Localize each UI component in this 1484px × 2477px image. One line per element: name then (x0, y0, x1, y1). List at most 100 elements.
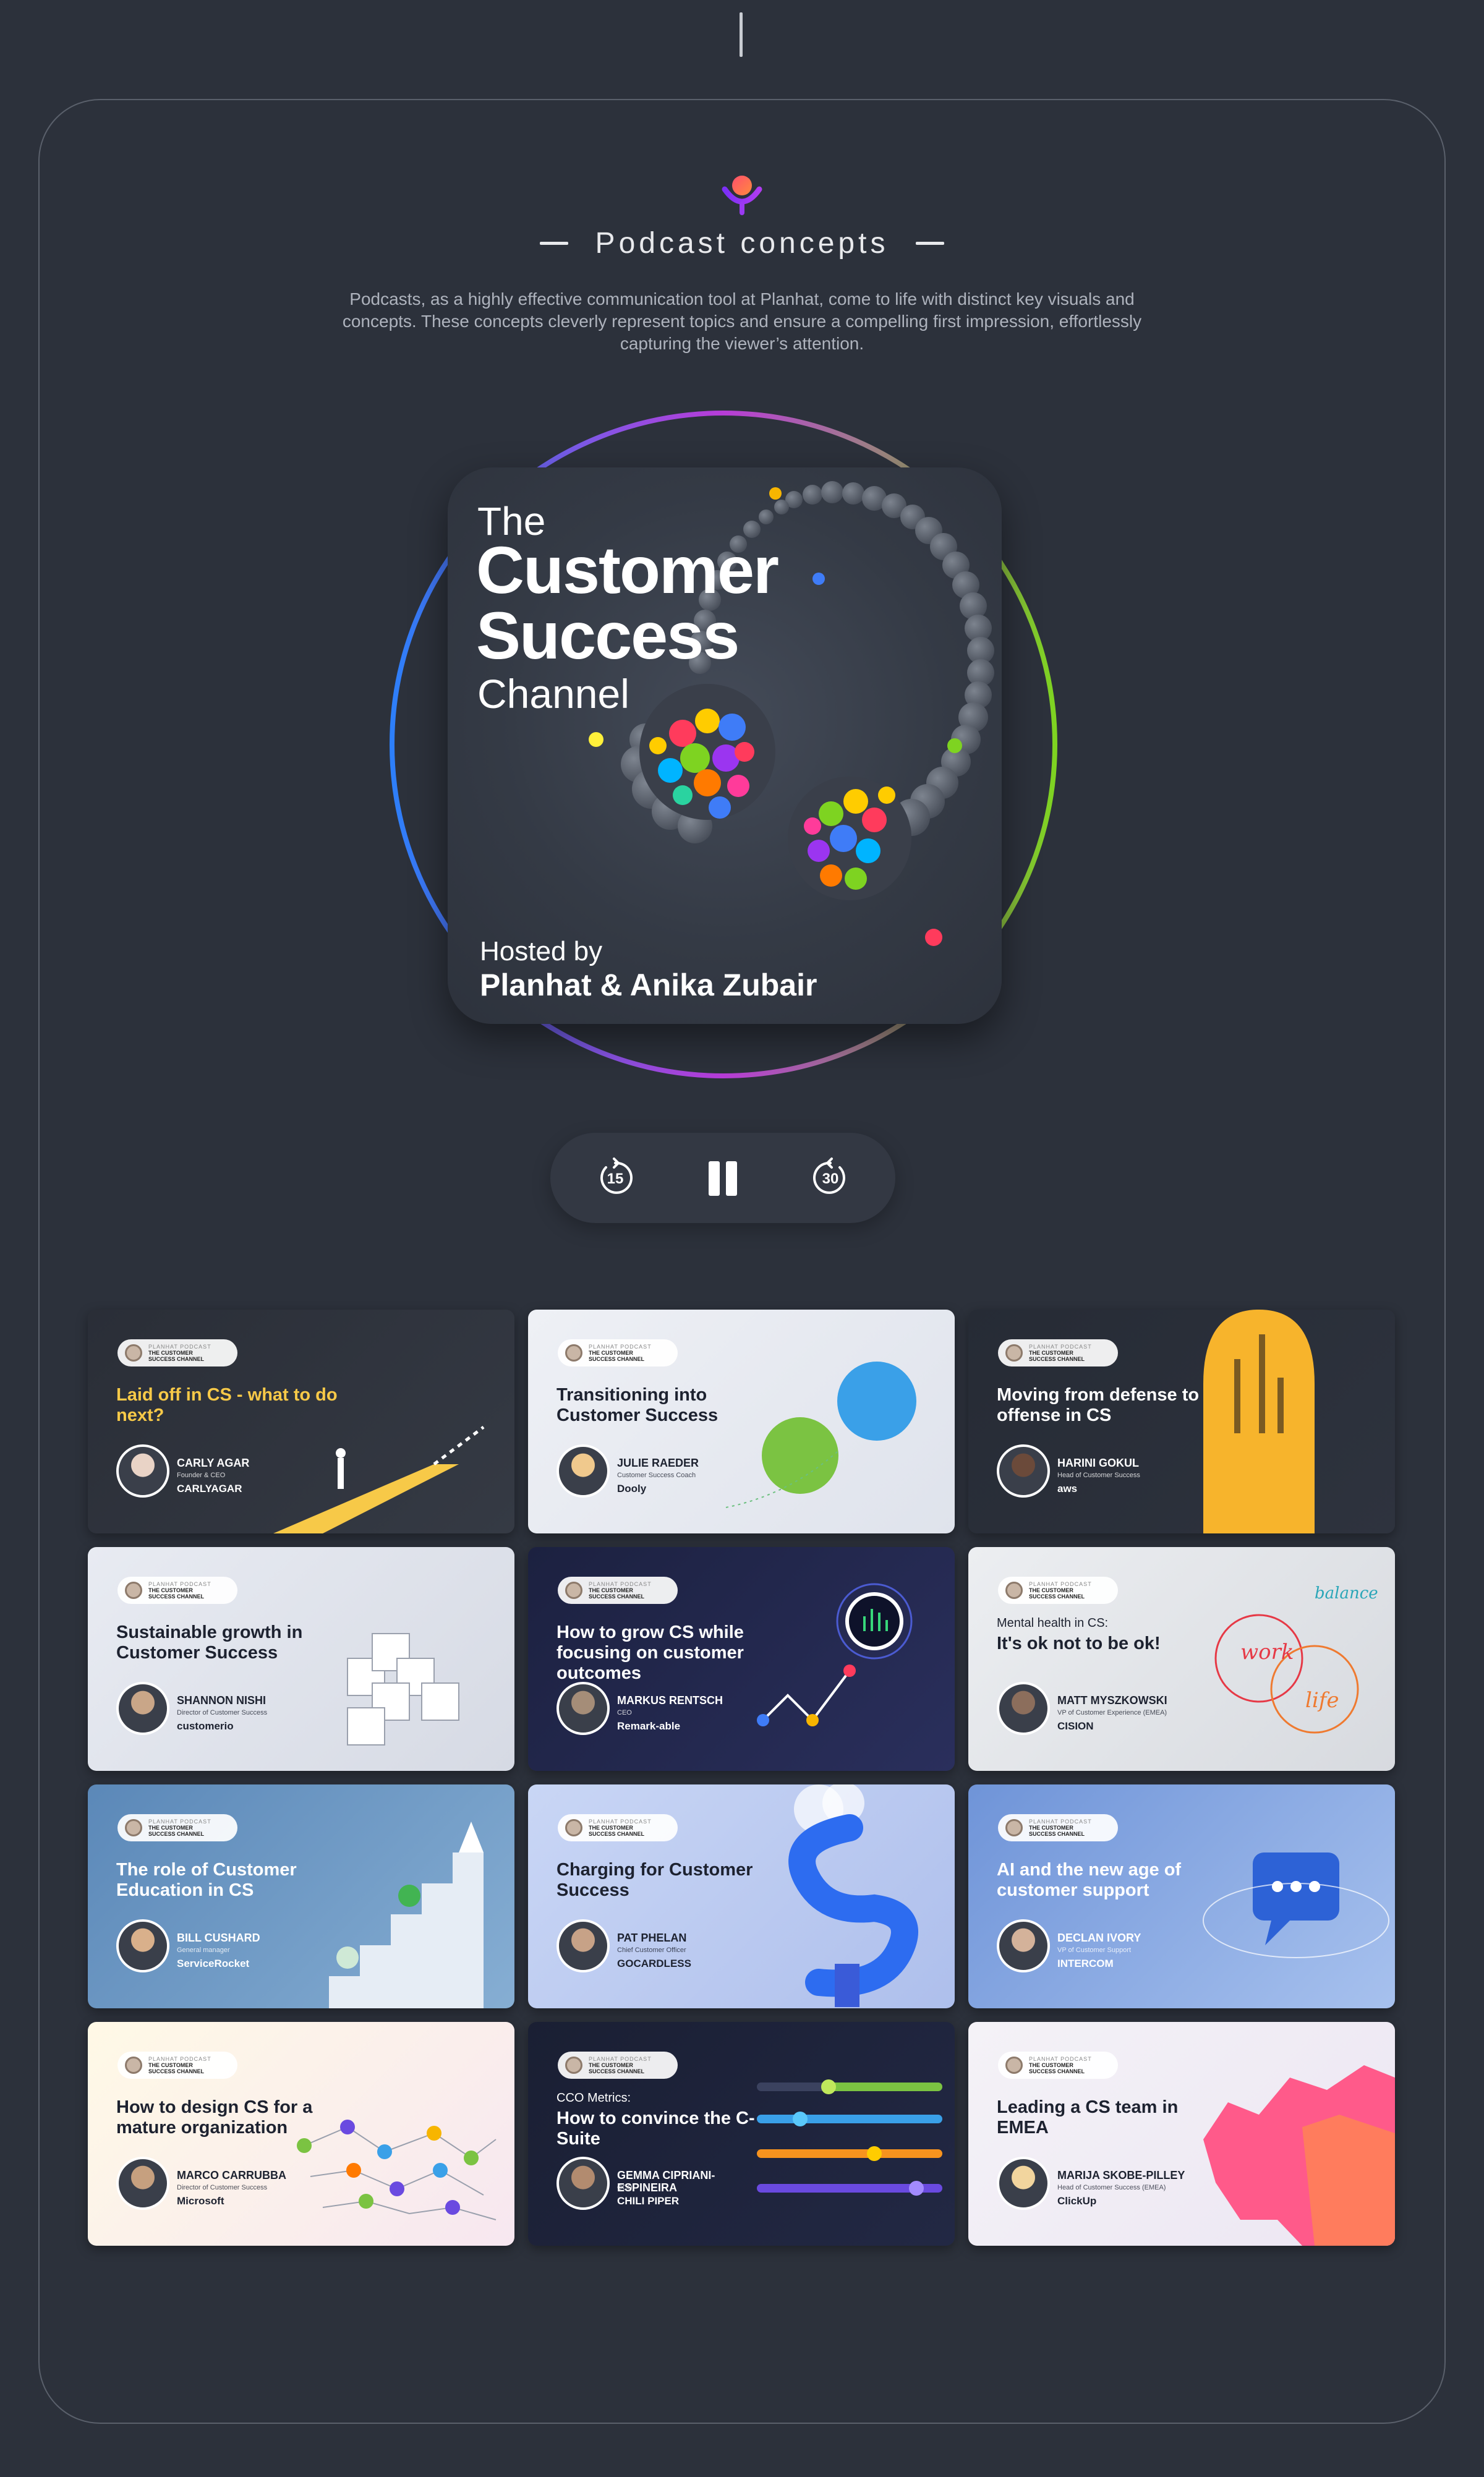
guest-name: MARKUS RENTSCH (617, 1694, 723, 1707)
headphones-icon (1005, 1344, 1023, 1362)
guest-avatar (116, 1682, 169, 1735)
episode-title: AI and the new age of customer support (997, 1860, 1182, 1900)
guest-role: Head of Customer Success (EMEA) (1057, 2184, 1166, 2191)
guest-role: Founder & CEO (177, 1472, 226, 1479)
badge-line2: THE CUSTOMER (589, 1350, 633, 1356)
headphones-icon (565, 2057, 582, 2074)
badge-line3: SUCCESS CHANNEL (148, 1356, 205, 1362)
badge-line1: PLANHAT PODCAST (589, 1818, 652, 1825)
guest-company-logo: CARLYAGAR (177, 1483, 242, 1494)
episode-card[interactable]: PLANHAT PODCAST THE CUSTOMER SUCCESS CHA… (88, 1784, 514, 2008)
headphones-icon (565, 1819, 582, 1836)
badge-line2: THE CUSTOMER (1029, 1350, 1073, 1356)
guest-role: CEO (617, 1709, 632, 1716)
top-divider-line (740, 12, 743, 57)
guest-avatar (116, 1444, 169, 1498)
episode-card[interactable]: PLANHAT PODCAST THE CUSTOMER SUCCESS CHA… (88, 1310, 514, 1533)
guest-name: HARINI GOKUL (1057, 1457, 1139, 1469)
badge-line2: THE CUSTOMER (1029, 1825, 1073, 1831)
episode-card[interactable]: PLANHAT PODCAST THE CUSTOMER SUCCESS CHA… (528, 1784, 955, 2008)
podcast-badge: PLANHAT PODCAST THE CUSTOMER SUCCESS CHA… (998, 1577, 1118, 1604)
episode-card[interactable]: PLANHAT PODCAST THE CUSTOMER SUCCESS CHA… (968, 1547, 1395, 1771)
badge-line1: PLANHAT PODCAST (148, 1581, 211, 1587)
guest-role: CCO (617, 2184, 633, 2191)
badge-line3: SUCCESS CHANNEL (589, 1831, 645, 1837)
cover-hosts: Planhat & Anika Zubair (480, 968, 817, 1002)
episode-title: The role of Customer Education in CS (116, 1860, 297, 1900)
podcast-badge: PLANHAT PODCAST THE CUSTOMER SUCCESS CHA… (117, 1339, 237, 1366)
episode-title: How to grow CS while focusing on custome… (556, 1622, 744, 1683)
episode-card[interactable]: PLANHAT PODCAST THE CUSTOMER SUCCESS CHA… (968, 1310, 1395, 1533)
badge-line3: SUCCESS CHANNEL (148, 2068, 205, 2074)
podcast-badge: PLANHAT PODCAST THE CUSTOMER SUCCESS CHA… (558, 2052, 678, 2079)
badge-line3: SUCCESS CHANNEL (148, 1831, 205, 1837)
guest-name: MARCO CARRUBBA (177, 2169, 286, 2181)
episode-card[interactable]: PLANHAT PODCAST THE CUSTOMER SUCCESS CHA… (528, 1310, 955, 1533)
guest-role: Director of Customer Success (177, 2184, 268, 2191)
episode-title: How to design CS for a mature organizati… (116, 2097, 313, 2138)
headphones-icon (125, 1582, 142, 1599)
guest-name: CARLY AGAR (177, 1457, 250, 1469)
guest-avatar (556, 2157, 610, 2210)
cover-hosted-by: Hosted by (480, 936, 603, 966)
episode-title: Sustainable growth in Customer Success (116, 1622, 303, 1663)
section-intro: Podcasts, as a highly effective communic… (342, 289, 1142, 353)
guest-avatar (997, 2157, 1050, 2210)
badge-line1: PLANHAT PODCAST (589, 1581, 652, 1587)
episode-title: Moving from defense to offense in CS (997, 1385, 1200, 1425)
section-heading: Podcast concepts (595, 227, 889, 260)
headphones-icon (1005, 1819, 1023, 1836)
section-heading-row: Podcast concepts (0, 226, 1484, 260)
podcast-cover[interactable]: The Customer Success Channel Hosted by P… (448, 467, 1002, 1024)
podcast-badge: PLANHAT PODCAST THE CUSTOMER SUCCESS CHA… (117, 1814, 237, 1841)
episode-kicker: CCO Metrics: (556, 2091, 631, 2105)
guest-name: BILL CUSHARD (177, 1932, 260, 1944)
badge-line1: PLANHAT PODCAST (1029, 1581, 1092, 1587)
pause-button[interactable] (701, 1156, 744, 1200)
badge-line3: SUCCESS CHANNEL (148, 1593, 205, 1600)
podcast-badge: PLANHAT PODCAST THE CUSTOMER SUCCESS CHA… (117, 1577, 237, 1604)
guest-company-logo: Dooly (617, 1483, 647, 1494)
episode-card[interactable]: PLANHAT PODCAST THE CUSTOMER SUCCESS CHA… (968, 1784, 1395, 2008)
podcast-badge: PLANHAT PODCAST THE CUSTOMER SUCCESS CHA… (558, 1814, 678, 1841)
guest-name: MARIJA SKOBE-PILLEY (1057, 2169, 1185, 2181)
art-word-life: life (1305, 1688, 1339, 1713)
podcast-badge: PLANHAT PODCAST THE CUSTOMER SUCCESS CHA… (998, 1339, 1118, 1366)
podcast-badge: PLANHAT PODCAST THE CUSTOMER SUCCESS CHA… (558, 1577, 678, 1604)
badge-line2: THE CUSTOMER (148, 1825, 193, 1831)
pause-icon (709, 1161, 720, 1196)
forward-seconds-label: 30 (822, 1170, 839, 1187)
guest-role: Chief Customer Officer (617, 1946, 686, 1954)
badge-line2: THE CUSTOMER (148, 1350, 193, 1356)
rewind-button[interactable]: 15 (594, 1156, 637, 1200)
guest-company-logo: Remark-able (617, 1720, 681, 1732)
badge-line1: PLANHAT PODCAST (148, 1818, 211, 1825)
episode-card[interactable]: PLANHAT PODCAST THE CUSTOMER SUCCESS CHA… (968, 2022, 1395, 2246)
guest-company-logo: ClickUp (1057, 2195, 1097, 2207)
podcast-badge: PLANHAT PODCAST THE CUSTOMER SUCCESS CHA… (117, 2052, 237, 2079)
cover-title-line2: Success (476, 598, 740, 673)
guest-company-logo: GOCARDLESS (617, 1958, 691, 1969)
episode-card[interactable]: PLANHAT PODCAST THE CUSTOMER SUCCESS CHA… (88, 1547, 514, 1771)
episode-card[interactable]: PLANHAT PODCAST THE CUSTOMER SUCCESS CHA… (528, 2022, 955, 2246)
episode-card[interactable]: PLANHAT PODCAST THE CUSTOMER SUCCESS CHA… (88, 2022, 514, 2246)
badge-line2: THE CUSTOMER (148, 2062, 193, 2068)
episode-kicker: Mental health in CS: (997, 1616, 1109, 1630)
guest-company-logo: aws (1057, 1483, 1078, 1494)
headphones-icon (565, 1344, 582, 1362)
guest-avatar (556, 1919, 610, 1972)
guest-name: Shannon Nishi (177, 1694, 267, 1707)
episode-title: It's ok not to be ok! (997, 1634, 1161, 1653)
episode-card[interactable]: PLANHAT PODCAST THE CUSTOMER SUCCESS CHA… (528, 1547, 955, 1771)
guest-avatar (997, 1682, 1050, 1735)
rewind-seconds-label: 15 (607, 1170, 624, 1187)
badge-line2: THE CUSTOMER (148, 1587, 193, 1593)
badge-line3: SUCCESS CHANNEL (589, 1356, 645, 1362)
forward-button[interactable]: 30 (809, 1156, 852, 1200)
badge-line2: THE CUSTOMER (1029, 2062, 1073, 2068)
guest-company-logo: CHILI PIPER (617, 2195, 680, 2207)
episode-card-grid: PLANHAT PODCAST THE CUSTOMER SUCCESS CHA… (88, 1310, 1395, 2246)
badge-line2: THE CUSTOMER (589, 1587, 633, 1593)
guest-avatar (997, 1919, 1050, 1972)
guest-role: VP of Customer Experience (EMEA) (1057, 1709, 1167, 1716)
